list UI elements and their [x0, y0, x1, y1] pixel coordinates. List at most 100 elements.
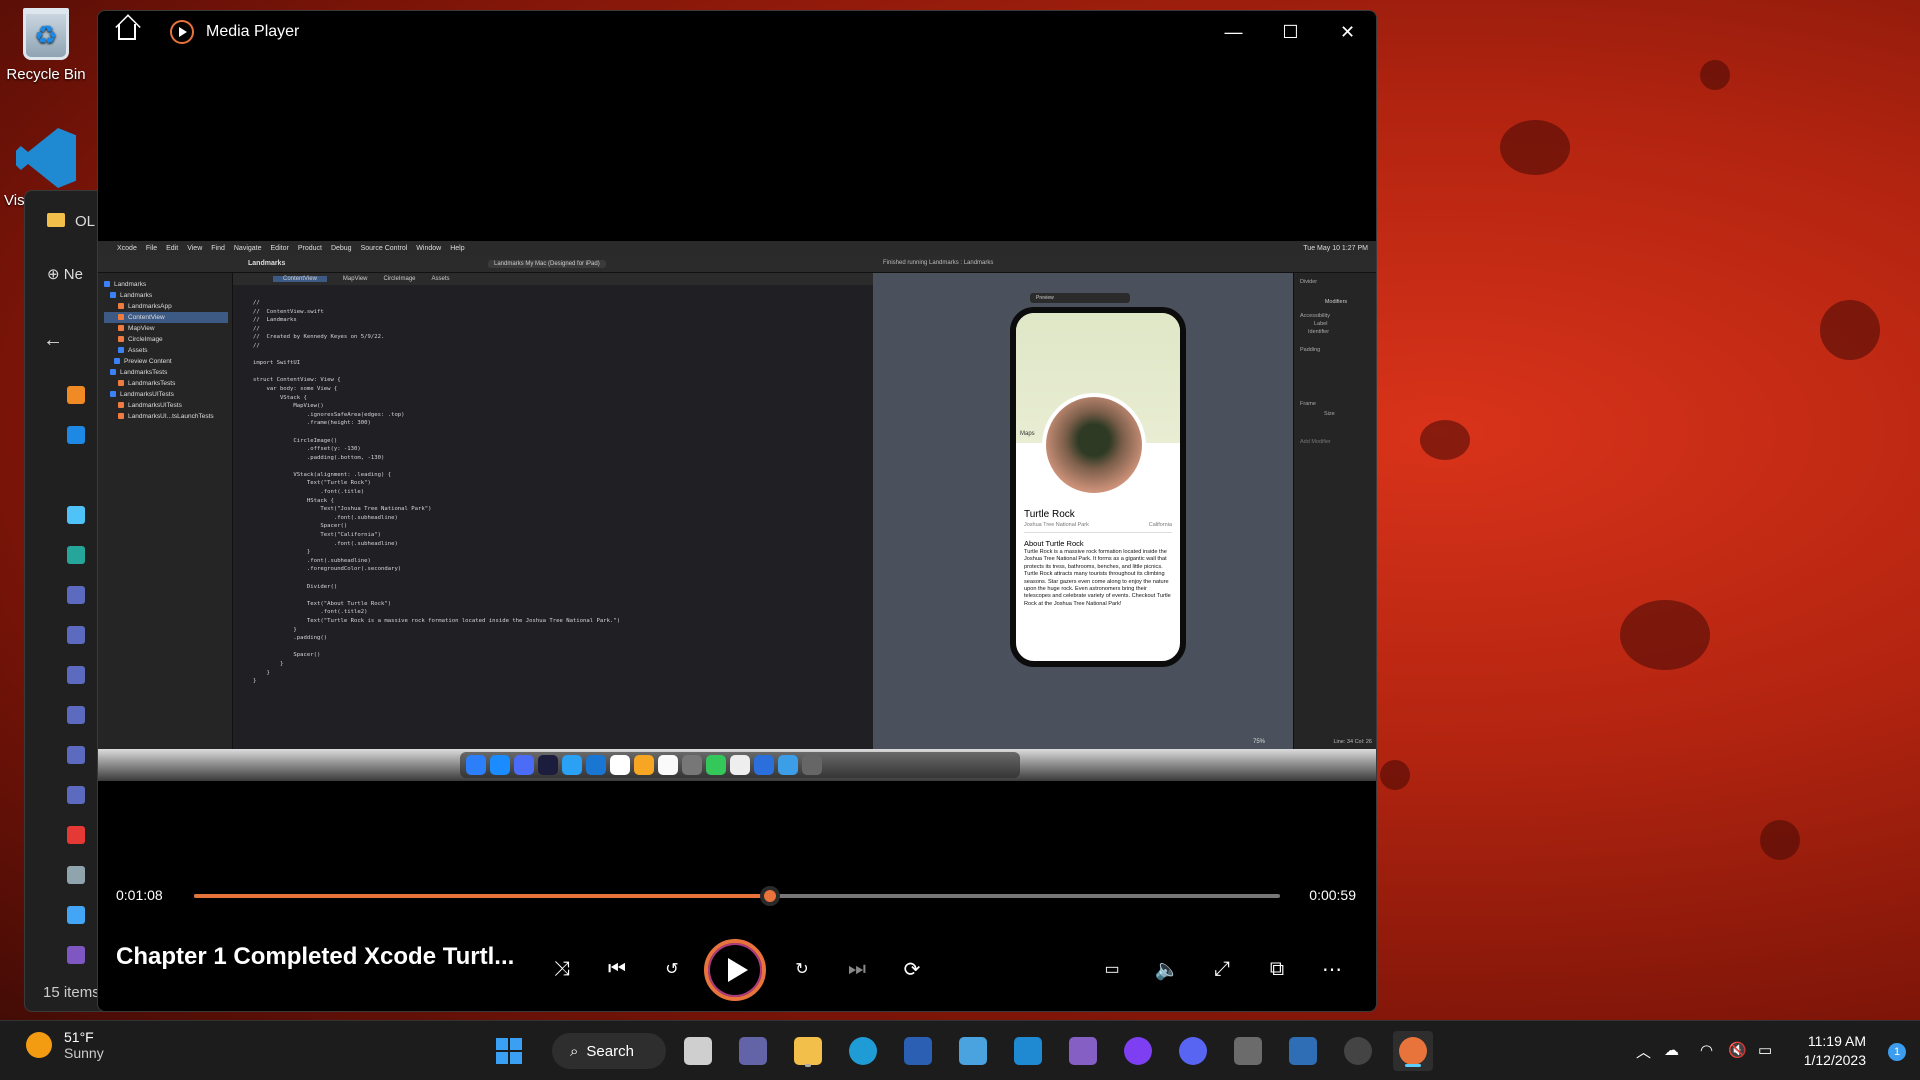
xcode-build-status: Finished running Landmarks : Landmarks: [883, 260, 994, 266]
back-arrow-icon[interactable]: ←: [43, 329, 63, 352]
teams-button[interactable]: [733, 1031, 773, 1071]
captions-icon[interactable]: ▭: [1098, 955, 1126, 983]
folder-icon[interactable]: [67, 786, 85, 804]
volume-muted-icon[interactable]: 🔇: [1728, 1041, 1747, 1059]
task-view-button[interactable]: [678, 1031, 718, 1071]
onedrive-icon[interactable]: ☁: [1664, 1041, 1679, 1059]
code-editor: ContentView MapView CircleImage Assets /…: [233, 273, 968, 749]
folder-icon[interactable]: [67, 666, 85, 684]
mac-menu-item: Help: [450, 244, 465, 252]
folder-icon[interactable]: [67, 626, 85, 644]
fullscreen-icon[interactable]: ⤢: [1208, 955, 1236, 983]
folder-icon[interactable]: [67, 586, 85, 604]
notepad-icon: [959, 1037, 987, 1065]
weather-condition: Sunny: [64, 1045, 104, 1061]
nav-item: ContentView: [104, 312, 228, 323]
maximize-button[interactable]: ☐: [1262, 11, 1319, 53]
volume-icon[interactable]: 🔈: [1153, 955, 1181, 983]
nav-item: LandmarksApp: [104, 301, 228, 312]
folder-icon[interactable]: [67, 706, 85, 724]
virtualbox-button[interactable]: [1283, 1031, 1323, 1071]
videos-icon[interactable]: [67, 946, 85, 964]
source-code: // // ContentView.swift // Landmarks // …: [253, 300, 621, 685]
mini-player-icon[interactable]: ⧉: [1263, 955, 1291, 983]
explorer-new-label: Ne: [63, 266, 83, 283]
play-button[interactable]: [704, 939, 766, 1001]
mac-clock: Tue May 10 1:27 PM: [1303, 244, 1368, 252]
battery-icon[interactable]: ▭: [1758, 1041, 1772, 1059]
xcode-navigator: Landmarks Landmarks LandmarksApp Content…: [98, 273, 233, 749]
editor-tab: CircleImage: [383, 276, 416, 282]
desktop-folder-icon[interactable]: [67, 506, 85, 524]
edge-button[interactable]: [843, 1031, 883, 1071]
mac-menu-item: Navigate: [233, 244, 262, 252]
file-explorer-button[interactable]: [788, 1031, 828, 1071]
discord-button[interactable]: [1173, 1031, 1213, 1071]
mac-menu-item: File: [145, 244, 158, 252]
repeat-icon[interactable]: ⟳: [898, 955, 926, 983]
xcode-scheme: Landmarks My Mac (Designed for iPad): [488, 260, 606, 268]
onedrive-icon[interactable]: [67, 426, 85, 444]
explorer-new-button[interactable]: ⊕ Ne: [47, 265, 83, 283]
mac-menu-item: Find: [211, 244, 225, 252]
shuffle-icon[interactable]: ⤨: [548, 955, 576, 983]
phone-preview: Maps Turtle Rock Joshua Tree National Pa…: [1010, 307, 1186, 667]
media-player-button[interactable]: [1393, 1031, 1433, 1071]
start-button[interactable]: [489, 1031, 529, 1071]
explorer-tab[interactable]: OL: [47, 213, 95, 230]
inspector-item: Frame: [1300, 401, 1316, 407]
skip-back-10-icon[interactable]: ↺: [658, 955, 686, 983]
editor-tab: Assets: [431, 276, 450, 282]
taskbar-search[interactable]: ⌕ Search: [552, 1033, 666, 1069]
editor-tab: ContentView: [273, 276, 327, 282]
title-bar[interactable]: Media Player — ☐ ✕: [98, 11, 1376, 53]
close-button[interactable]: ✕: [1319, 11, 1376, 53]
app-icon[interactable]: [67, 826, 85, 844]
notepad-button[interactable]: [953, 1031, 993, 1071]
previous-icon[interactable]: ⏮: [603, 955, 631, 983]
preview-canvas: Preview Maps Turtle Rock Joshua Tree Nat…: [873, 273, 1293, 749]
pictures-icon[interactable]: [67, 906, 85, 924]
weather-widget[interactable]: 51°F Sunny: [26, 1029, 104, 1061]
calculator-button[interactable]: [1228, 1031, 1268, 1071]
visual-studio-button[interactable]: [1063, 1031, 1103, 1071]
obs-button[interactable]: [1338, 1031, 1378, 1071]
visual-studio-icon: [1069, 1037, 1097, 1065]
more-options-icon[interactable]: ⋯: [1318, 955, 1346, 983]
search-icon: ⌕: [570, 1042, 579, 1060]
wifi-icon[interactable]: ◠: [1700, 1041, 1713, 1059]
preview-park: Joshua Tree National Park: [1024, 522, 1089, 528]
github-desktop-button[interactable]: [1118, 1031, 1158, 1071]
video-frame[interactable]: Xcode File Edit View Find Navigate Edito…: [98, 241, 1376, 781]
next-icon[interactable]: ⏭: [843, 955, 871, 983]
word-button[interactable]: [898, 1031, 938, 1071]
preview-icon: [754, 755, 774, 775]
vscode-desktop-icon[interactable]: Visi: [4, 128, 86, 209]
media-player-window[interactable]: Media Player — ☐ ✕ Xcode File Edit View …: [97, 10, 1377, 1012]
seek-bar[interactable]: [194, 886, 1280, 906]
seek-thumb[interactable]: [759, 886, 780, 906]
downloads-icon[interactable]: [67, 546, 85, 564]
skip-forward-30-icon[interactable]: ↻: [788, 955, 816, 983]
recycle-bin-desktop-icon[interactable]: Recycle Bin: [6, 8, 86, 83]
mac-menu-item: Editor: [270, 244, 289, 252]
textedit-icon: [730, 755, 750, 775]
document-icon[interactable]: [67, 866, 85, 884]
vscode-button[interactable]: [1008, 1031, 1048, 1071]
elapsed-time: 0:01:08: [116, 887, 163, 903]
vscode-icon: [16, 128, 76, 188]
search-label: Search: [586, 1042, 634, 1060]
calendar-icon: [658, 755, 678, 775]
home-icon[interactable]: [118, 24, 136, 40]
nav-item: Preview Content: [104, 356, 228, 367]
taskbar-clock[interactable]: 11:19 AM 1/12/2023: [1804, 1032, 1866, 1070]
recycle-bin-label: Recycle Bin: [6, 66, 86, 83]
minimize-button[interactable]: —: [1205, 11, 1262, 53]
chevron-up-icon[interactable]: ︿: [1636, 1041, 1651, 1062]
home-icon[interactable]: [67, 386, 85, 404]
notification-badge[interactable]: 1: [1888, 1043, 1906, 1061]
mac-menu-item: Xcode: [117, 244, 137, 252]
circle-image: [1042, 393, 1146, 497]
inspector-item: Padding: [1300, 347, 1321, 353]
folder-icon[interactable]: [67, 746, 85, 764]
